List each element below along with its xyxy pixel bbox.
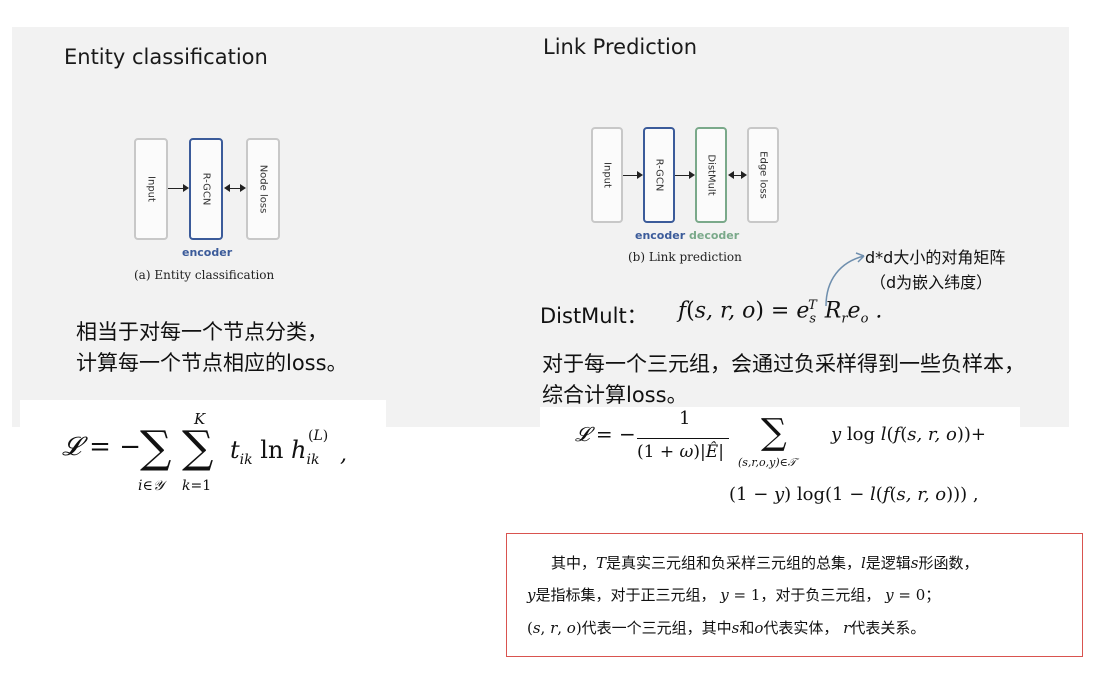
annotation-line2: （d为嵌入纬度）: [870, 273, 993, 292]
arrow-head-left: [728, 171, 734, 179]
link-loss-formula: 𝓛 = − 1 (1 + ω)|Ê| ∑ (s,r,o,y)∈𝒯 y log l…: [575, 408, 1015, 520]
link-description-line1: 对于每一个三元组，会通过负采样得到一些负样本，: [542, 352, 1025, 376]
note-line1: 其中，𝑇是真实三元组和负采样三元组的总集，𝑙是逻辑𝑠形函数，: [551, 554, 979, 572]
note-line3: (𝑠, 𝑟, 𝑜)代表一个三元组，其中𝑠和𝑜代表实体， 𝑟代表关系。: [527, 619, 926, 637]
link-sum-symbol: ∑: [761, 412, 787, 453]
input-box-label: Input: [145, 176, 157, 202]
frac-numerator: 1: [679, 408, 691, 429]
lp-input-box-label: Input: [601, 162, 613, 188]
node-loss-box-label: Node loss: [257, 164, 269, 214]
lp-rgcn-box: R-GCN: [643, 127, 675, 223]
lp-edge-loss-box-label: Edge loss: [757, 151, 769, 199]
annotation-line1: d*d大小的对角矩阵: [865, 248, 1006, 267]
lp-encoder-label: encoder: [635, 229, 686, 242]
frac-denominator: (1 + ω)|Ê|: [637, 442, 724, 462]
arrow-head-left: [224, 184, 230, 192]
rgcn-box: R-GCN: [189, 138, 223, 240]
diagram-caption-b: (b) Link prediction: [628, 250, 742, 264]
entity-classification-title: Entity classification: [64, 45, 268, 69]
lp-input-box: Input: [591, 127, 623, 223]
distmult-formula: f(s, r, o) = esT Rreo .: [678, 298, 883, 327]
sum-symbol-i: ∑: [140, 422, 172, 473]
lp-decoder-label: decoder: [689, 229, 740, 242]
link-sum-subscript: (s,r,o,y)∈𝒯: [738, 456, 797, 469]
entity-description-line2: 计算每一个节点相应的loss。: [76, 351, 348, 375]
rgcn-box-label: R-GCN: [200, 172, 212, 206]
node-loss-box: Node loss: [246, 138, 280, 240]
lp-distmult-box: DistMult: [695, 127, 727, 223]
formula-body: tik ln hik: [230, 436, 320, 468]
diagram-caption-a: (a) Entity classification: [134, 268, 275, 282]
distmult-label: DistMult：: [540, 304, 648, 328]
sum-subscript-k: k=1: [182, 478, 212, 494]
formula-superscript: (L): [308, 428, 329, 444]
note-box: 其中，𝑇是真实三元组和负采样三元组的总集，𝑙是逻辑𝑠形函数， 𝑦是指标集，对于正…: [506, 533, 1083, 657]
lp-edge-loss-box: Edge loss: [747, 127, 779, 223]
link-prediction-title: Link Prediction: [543, 35, 698, 59]
lp-distmult-box-label: DistMult: [705, 154, 717, 196]
loss-symbol: 𝓛 = −: [62, 432, 142, 462]
sum-upper-k: K: [194, 410, 206, 428]
entity-loss-formula: 𝓛 = − ∑ i∈𝒴 ∑ K k=1 tik ln hik (L) ,: [62, 408, 382, 504]
sum-symbol-k: ∑: [182, 422, 214, 473]
link-loss-symbol: 𝓛 = −: [575, 422, 636, 446]
sum-subscript-i: i∈𝒴: [138, 478, 164, 494]
note-line2: 𝑦是指标集，对于正三元组， 𝑦 = 1，对于负三元组， 𝑦 = 0；: [527, 586, 941, 604]
frac-bar: [637, 438, 729, 439]
input-box: Input: [134, 138, 168, 240]
link-formula-line2: (1 − y) log(1 − l(f(s, r, o))) ,: [729, 484, 979, 505]
link-formula-line1: y log l(f(s, r, o))+: [831, 424, 986, 445]
encoder-label: encoder: [182, 246, 233, 259]
lp-rgcn-box-label: R-GCN: [653, 158, 665, 192]
formula-comma: ,: [340, 442, 347, 467]
entity-description-line1: 相当于对每一个节点分类，: [76, 320, 328, 344]
